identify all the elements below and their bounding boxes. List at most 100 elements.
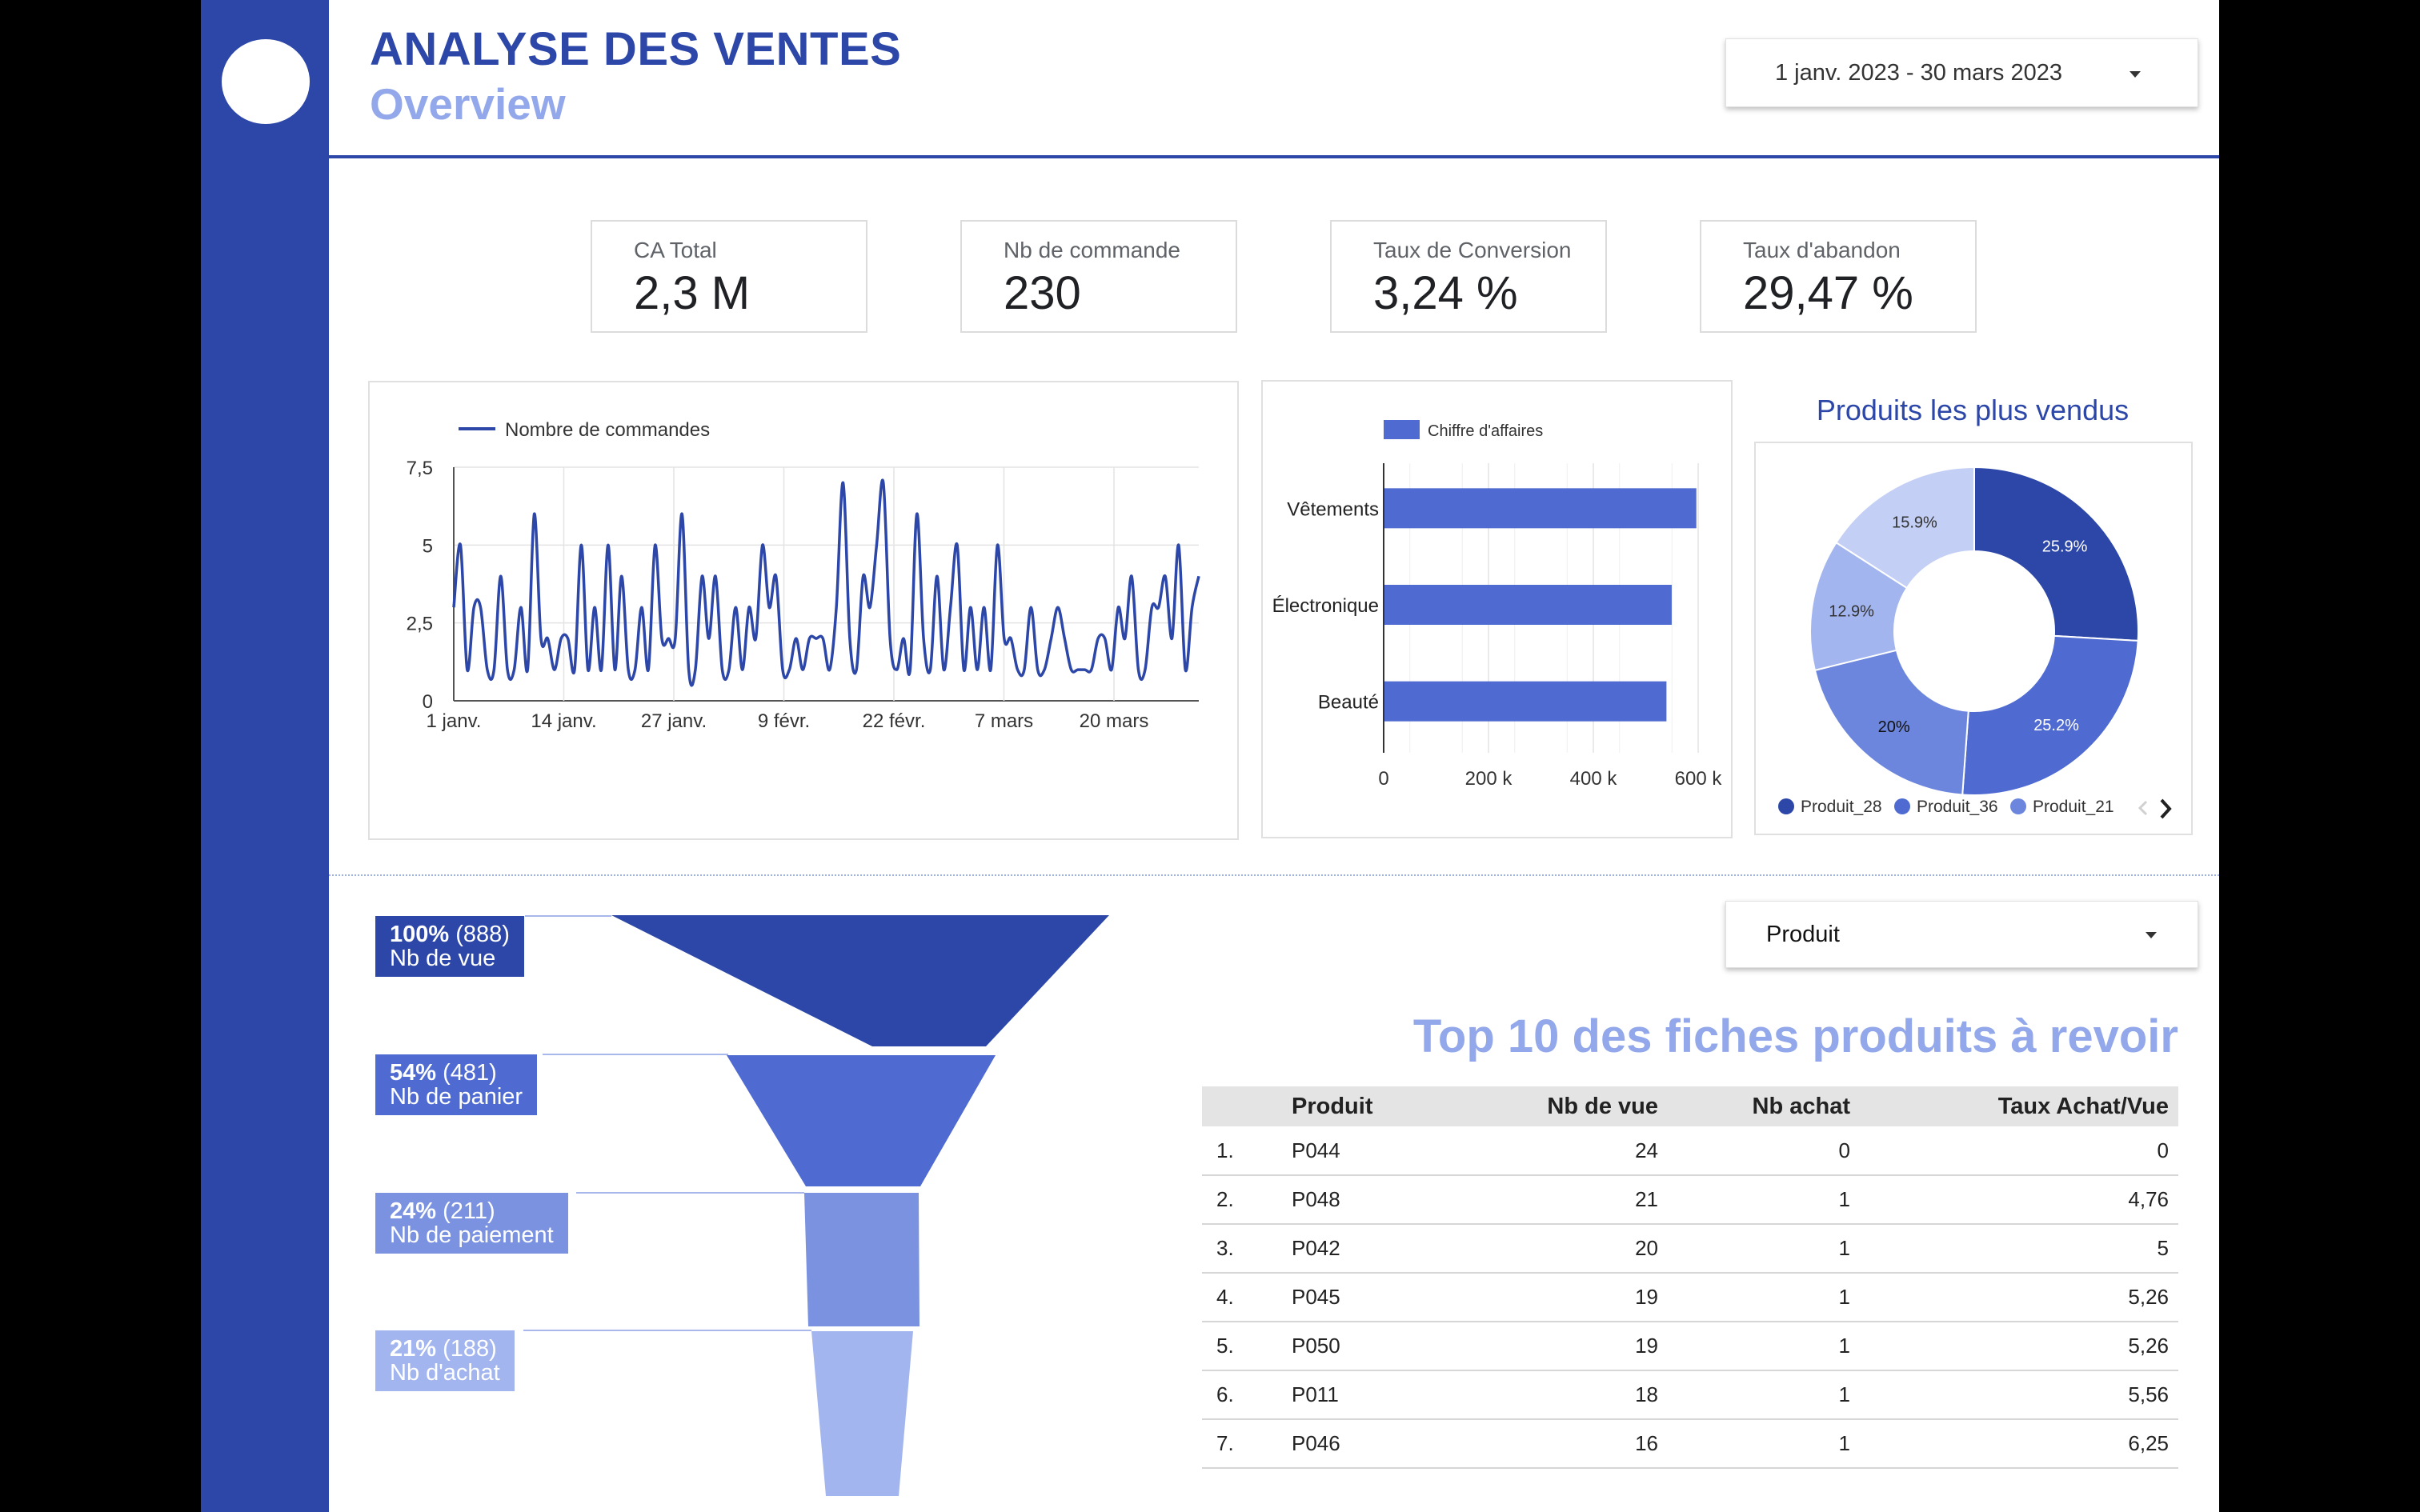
cell-ratio: 5 [1860,1224,2178,1274]
slice-label: 25.9% [2042,538,2088,555]
funnel-connector [543,1054,728,1055]
table-row: 2. P048 21 1 4,76 [1202,1175,2178,1225]
funnel-count: (888) [455,922,510,947]
date-range-picker[interactable]: 1 janv. 2023 - 30 mars 2023 [1725,38,2198,107]
kpi-label: CA Total [634,238,717,262]
cell-product: P048 [1292,1175,1468,1225]
header-divider [329,155,2219,158]
cell-product: P011 [1292,1370,1468,1420]
cell-views: 18 [1468,1370,1668,1420]
kpi-value: 230 [1004,267,1081,319]
cell-ratio: 6,25 [1860,1419,2178,1469]
row-index: 7. [1202,1419,1292,1469]
cell-product: P050 [1292,1322,1468,1371]
funnel-segment [804,1193,920,1326]
cell-purchases: 1 [1668,1322,1860,1371]
funnel-segment [611,915,1109,1046]
legend-dot [2010,798,2026,814]
table-row: 5. P050 19 1 5,26 [1202,1322,2178,1371]
kpi-ca-total: CA Total 2,3 M [591,220,867,333]
legend-label: Produit_28 [1801,798,1882,816]
legend-label: Chiffre d'affaires [1428,422,1543,440]
funnel-connector [576,1192,804,1194]
dashboard: ANALYSE DES VENTES Overview 1 janv. 2023… [0,0,2420,1512]
page-subtitle: Overview [370,79,566,129]
cell-purchases: 0 [1668,1126,1860,1176]
legend-prev-icon[interactable] [2138,800,2148,816]
cell-views: 19 [1468,1273,1668,1322]
table-row: 6. P011 18 1 5,56 [1202,1370,2178,1420]
funnel-segment [811,1331,913,1496]
slice-label: 20% [1878,718,1910,736]
funnel-connector [523,1330,811,1331]
kpi-taux-abandon: Taux d'abandon 29,47 % [1700,220,1977,333]
table-row: 4. P045 19 1 5,26 [1202,1273,2178,1322]
y-tick-label: 7,5 [407,458,433,479]
table-row: 3. P042 20 1 5 [1202,1224,2178,1274]
row-index: 4. [1202,1273,1292,1322]
cell-product: P045 [1292,1273,1468,1322]
x-tick-label: 9 févr. [758,710,810,732]
chevron-down-icon[interactable] [2130,71,2141,78]
legend-next-icon[interactable] [2160,798,2172,819]
funnel-stage-label: Nb de panier [390,1084,523,1110]
x-tick-label: 7 mars [975,710,1033,732]
cell-views: 20 [1468,1224,1668,1274]
bar [1384,681,1667,722]
cell-ratio: 5,26 [1860,1273,2178,1322]
header-purchases[interactable]: Nb achat [1668,1086,1860,1126]
legend-dot [1894,798,1910,814]
page-title: ANALYSE DES VENTES [370,23,902,75]
funnel-stage-purchase: 21% (188) Nb d'achat [375,1330,515,1391]
pie-chart-title: Produits les plus vendus [1816,394,2130,426]
row-index: 3. [1202,1224,1292,1274]
kpi-label: Taux de Conversion [1373,238,1572,262]
x-tick-label: 600 k [1675,768,1723,790]
product-filter-dropdown[interactable]: Produit [1725,901,2198,968]
funnel-stage-payment: 24% (211) Nb de paiement [375,1193,568,1254]
kpi-value: 2,3 M [634,267,751,319]
donut-chart: 25.9% 25.2% 20% 12.9% 15.9% Produit_28 Produit… [1778,466,2172,819]
cell-purchases: 1 [1668,1419,1860,1469]
cell-purchases: 1 [1668,1224,1860,1274]
funnel-stage-views: 100% (888) Nb de vue [375,916,524,977]
header-ratio[interactable]: Taux Achat/Vue [1860,1086,2178,1126]
x-tick-label: 20 mars [1080,710,1149,732]
kpi-value: 29,47 % [1743,267,1913,319]
table-row: 1. P044 24 0 0 [1202,1126,2178,1176]
bar [1384,585,1672,625]
cell-purchases: 1 [1668,1175,1860,1225]
cell-ratio: 5,56 [1860,1370,2178,1420]
cell-ratio: 5,26 [1860,1322,2178,1371]
row-index: 1. [1202,1126,1292,1176]
chevron-down-icon[interactable] [2146,932,2157,938]
slice-label: 15.9% [1892,514,1937,532]
donut-slice [1961,634,2139,796]
row-index: 6. [1202,1370,1292,1420]
cell-ratio: 4,76 [1860,1175,2178,1225]
bar-chart: 0 200 k 400 k 600 k Vêtements Électronique Bea… [1272,420,1723,790]
x-tick-label: 1 janv. [427,710,482,732]
x-tick-label: 14 janv. [531,710,596,732]
cell-purchases: 1 [1668,1273,1860,1322]
y-tick-label: 5 [423,535,433,557]
x-tick-label: 200 k [1465,768,1513,790]
slice-label: 25.2% [2033,717,2079,734]
category-label: Beauté [1318,692,1379,714]
slice-label: 12.9% [1829,602,1874,620]
header-views[interactable]: Nb de vue [1468,1086,1668,1126]
funnel-pct: 24% [390,1198,437,1224]
date-range-value: 1 janv. 2023 - 30 mars 2023 [1775,59,2062,86]
logo [222,39,310,124]
header-product[interactable]: Produit [1292,1086,1468,1126]
x-tick-label: 400 k [1570,768,1618,790]
line-chart: 0 2,5 5 7,5 1 janv. 14 janv. 27 janv. 9 févr. 22… [407,419,1200,732]
legend-swatch [1384,420,1420,439]
cell-ratio: 0 [1860,1126,2178,1176]
funnel-pct: 54% [390,1060,437,1086]
header-index [1202,1086,1292,1126]
funnel-stage-label: Nb de paiement [390,1222,554,1248]
y-tick-label: 0 [423,691,433,713]
funnel-pct: 100% [390,922,450,947]
y-tick-label: 2,5 [407,614,433,635]
